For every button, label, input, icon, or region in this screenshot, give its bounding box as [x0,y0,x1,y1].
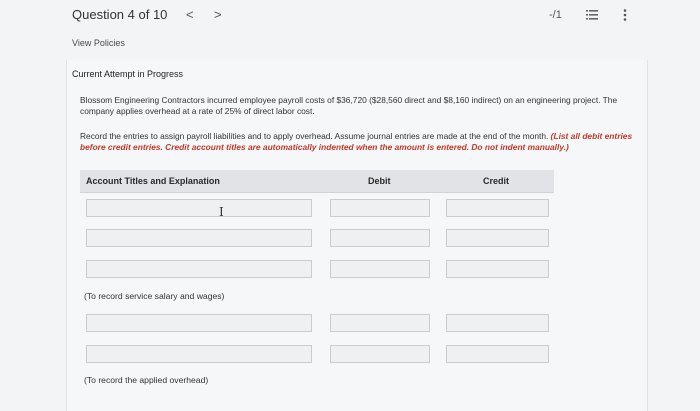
credit-amount-input[interactable] [446,314,549,332]
debit-amount-input[interactable] [330,345,430,363]
previous-question-button[interactable]: < [186,7,194,22]
account-title-input[interactable] [86,229,312,247]
attempt-status: Current Attempt in Progress [72,69,184,79]
debit-amount-input[interactable] [330,260,430,278]
credit-amount-input[interactable] [446,229,549,247]
instructions: Record the entries to assign payroll lia… [80,131,635,153]
account-title-input[interactable] [86,199,312,217]
credit-amount-input[interactable] [446,345,549,363]
debit-amount-input[interactable] [330,229,430,247]
account-title-input[interactable] [86,314,312,332]
debit-column-header: Debit [368,176,391,186]
text-cursor-icon: I [219,205,224,219]
more-vertical-icon[interactable] [623,9,627,21]
entry-1-explanation: (To record service salary and wages) [84,291,225,301]
list-icon[interactable] [586,10,598,20]
view-policies-link[interactable]: View Policies [72,38,125,48]
entry-2-explanation: (To record the applied overhead) [84,375,209,385]
account-title-input[interactable] [86,345,312,363]
credit-amount-input[interactable] [446,260,549,278]
debit-amount-input[interactable] [330,199,430,217]
score-indicator: -/1 [549,9,562,21]
credit-amount-input[interactable] [446,199,549,217]
account-title-input[interactable] [86,260,312,278]
instructions-text: Record the entries to assign payroll lia… [80,131,551,141]
next-question-button[interactable]: > [214,7,222,22]
debit-amount-input[interactable] [330,314,430,332]
question-title: Question 4 of 10 [72,7,168,22]
credit-column-header: Credit [483,176,510,186]
top-bar: Question 4 of 10 < > -/1 [0,0,700,32]
problem-text: Blossom Engineering Contractors incurred… [80,95,618,116]
